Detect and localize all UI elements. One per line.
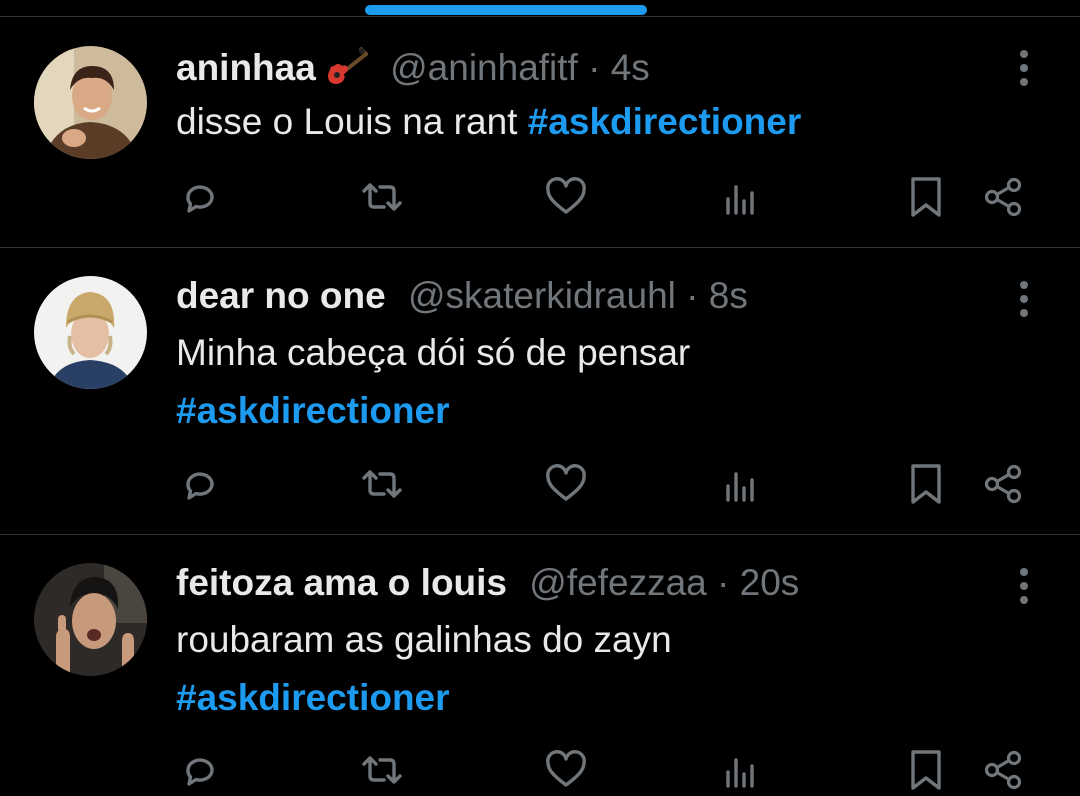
views-icon[interactable] [718, 460, 766, 508]
more-options-icon[interactable] [1010, 566, 1038, 606]
reply-icon[interactable] [174, 173, 222, 221]
bookmark-icon[interactable] [902, 173, 950, 221]
views-icon[interactable] [718, 173, 766, 221]
share-icon[interactable] [980, 460, 1028, 508]
views-icon[interactable] [718, 746, 766, 794]
timestamp[interactable]: 4s [611, 47, 650, 88]
divider [0, 247, 1080, 248]
separator-dot: · [717, 562, 730, 603]
more-options-icon[interactable] [1010, 48, 1038, 88]
tweet-text-content: roubaram as galinhas do zayn [176, 619, 672, 660]
avatar[interactable] [34, 563, 147, 676]
tweet-text-content: disse o Louis na rant [176, 101, 528, 142]
user-handle[interactable]: @fefezzaa [529, 562, 706, 603]
hashtag-link[interactable]: #askdirectioner [176, 669, 672, 727]
reply-icon[interactable] [174, 746, 222, 794]
user-handle[interactable]: @aninhafitf [390, 47, 578, 88]
tweet-text: roubaram as galinhas do zayn #askdirecti… [176, 611, 672, 727]
action-bar [0, 746, 1080, 796]
separator-dot: · [588, 47, 601, 88]
action-bar [0, 173, 1080, 223]
action-bar [0, 460, 1080, 510]
display-name[interactable]: feitoza ama o louis [176, 562, 507, 603]
reply-icon[interactable] [174, 460, 222, 508]
bookmark-icon[interactable] [902, 746, 950, 794]
timestamp[interactable]: 8s [709, 275, 748, 316]
hashtag-link[interactable]: #askdirectioner [176, 382, 690, 440]
like-icon[interactable] [542, 746, 590, 794]
retweet-icon[interactable] [358, 460, 406, 508]
share-icon[interactable] [980, 746, 1028, 794]
display-name[interactable]: aninhaa [176, 47, 316, 88]
hashtag-link[interactable]: #askdirectioner [528, 101, 802, 142]
tab-indicator [365, 5, 647, 15]
divider [0, 534, 1080, 535]
tweet-text-content: Minha cabeça dói só de pensar [176, 332, 691, 373]
avatar[interactable] [34, 276, 147, 389]
tweet-text: Minha cabeça dói só de pensar #askdirect… [176, 324, 690, 440]
like-icon[interactable] [542, 173, 590, 221]
avatar[interactable] [34, 46, 147, 159]
guitar-emoji-icon [322, 46, 369, 86]
retweet-icon[interactable] [358, 173, 406, 221]
share-icon[interactable] [980, 173, 1028, 221]
bookmark-icon[interactable] [902, 460, 950, 508]
divider [0, 16, 1080, 17]
separator-dot: · [686, 275, 699, 316]
display-name[interactable]: dear no one [176, 275, 386, 316]
retweet-icon[interactable] [358, 746, 406, 794]
more-options-icon[interactable] [1010, 279, 1038, 319]
tweet-text: disse o Louis na rant #askdirectioner [176, 93, 801, 151]
user-handle[interactable]: @skaterkidrauhl [408, 275, 676, 316]
like-icon[interactable] [542, 460, 590, 508]
timestamp[interactable]: 20s [740, 562, 800, 603]
